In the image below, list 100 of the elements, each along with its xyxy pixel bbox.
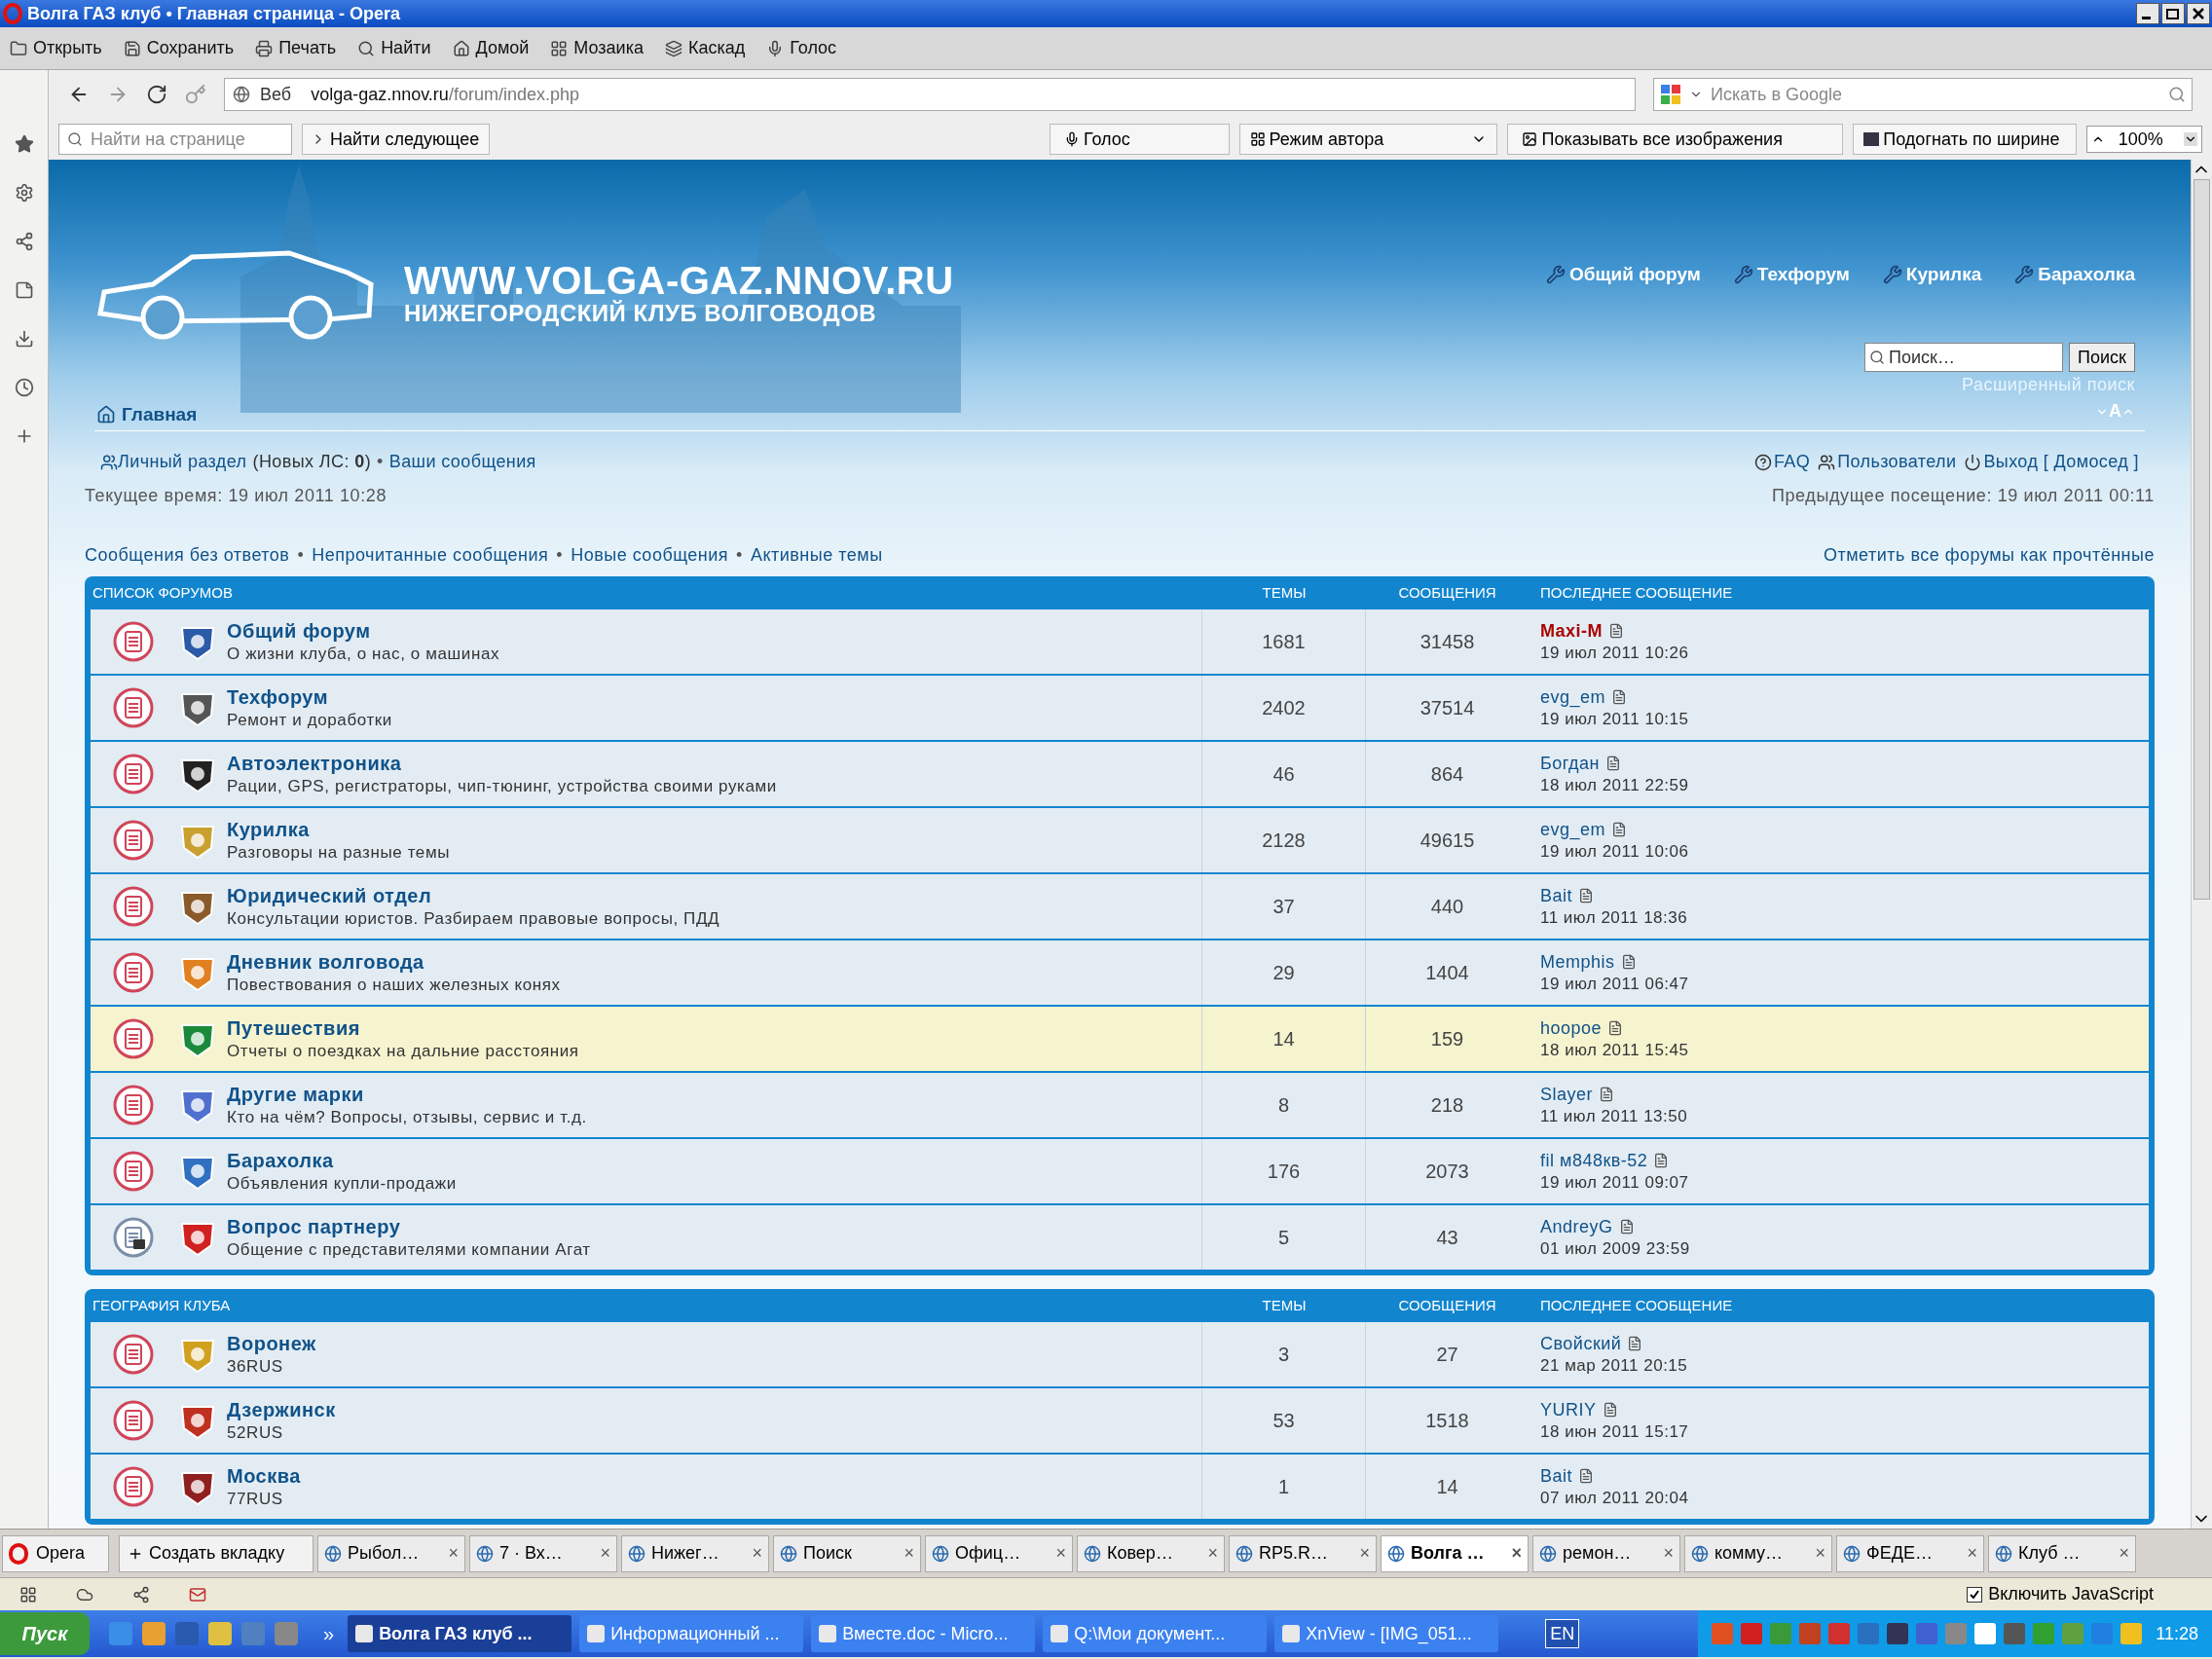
author-link[interactable]: Maxi-M	[1540, 620, 1603, 643]
close-tab-button[interactable]: ×	[752, 1540, 762, 1567]
view-post-icon[interactable]	[1602, 1402, 1618, 1419]
menu-button[interactable]: Каскад	[664, 35, 746, 61]
close-tab-button[interactable]: ×	[1055, 1540, 1066, 1567]
author-link[interactable]: AndreyG	[1540, 1216, 1613, 1238]
view-post-icon[interactable]	[1611, 822, 1628, 838]
browser-tab[interactable]: Офиц… ×	[925, 1534, 1073, 1572]
browser-tab[interactable]: ремон… ×	[1532, 1534, 1680, 1572]
header-link[interactable]: Пользователи	[1818, 449, 1957, 475]
settings-icon[interactable]	[14, 183, 34, 203]
view-post-icon[interactable]	[1611, 689, 1628, 706]
close-tab-button[interactable]: ×	[1967, 1540, 1977, 1567]
browser-tab[interactable]: Рыбол… ×	[317, 1534, 465, 1572]
header-link[interactable]: Выход [ Домосед ]	[1964, 449, 2139, 475]
author-link[interactable]: Богдан	[1540, 753, 1601, 775]
taskbar-window-button[interactable]: Q:\Мои документ...	[1043, 1615, 1268, 1652]
share-icon[interactable]	[14, 232, 34, 251]
author-link[interactable]: Slayer	[1540, 1084, 1594, 1106]
fit-width-button[interactable]: Подогнать по ширине	[1853, 124, 2077, 155]
close-tab-button[interactable]: ×	[1511, 1540, 1522, 1567]
note-icon[interactable]	[14, 280, 34, 300]
mark-read-link[interactable]: Отметить все форумы как прочтённые	[1823, 542, 2155, 569]
zoom-field[interactable]: 100%	[2085, 126, 2202, 153]
browser-tab[interactable]: Нижег… ×	[621, 1534, 769, 1572]
header-link[interactable]: FAQ	[1753, 449, 1811, 475]
language-indicator[interactable]: EN	[1545, 1619, 1580, 1648]
quick-link[interactable]: Новые сообщения	[571, 542, 729, 569]
forum-title-link[interactable]: Курилка	[227, 817, 451, 842]
view-post-icon[interactable]	[1578, 888, 1595, 904]
author-link[interactable]: Bait	[1540, 1465, 1573, 1488]
author-mode-dropdown[interactable]: Режим автора	[1238, 124, 1498, 155]
scroll-thumb[interactable]	[2194, 179, 2210, 900]
site-search-button[interactable]: Поиск	[2069, 343, 2135, 372]
mail-icon[interactable]	[189, 1585, 206, 1604]
browser-tab[interactable]: Поиск ×	[773, 1534, 921, 1572]
panel-icon[interactable]	[19, 1585, 37, 1604]
browser-tab[interactable]: RP5.R… ×	[1229, 1534, 1377, 1572]
address-field[interactable]: Веб volga-gaz.nnov.ru/forum/index.php	[224, 78, 1636, 111]
tray-icon[interactable]	[2004, 1623, 2026, 1644]
browser-tab[interactable]: ФЕДЕ… ×	[1836, 1534, 1984, 1572]
site-search-field[interactable]: Поиск…	[1864, 343, 2064, 372]
view-post-icon[interactable]	[1620, 954, 1637, 971]
share-icon[interactable]	[132, 1585, 150, 1604]
view-post-icon[interactable]	[1627, 1336, 1643, 1352]
menu-button[interactable]: Домой	[452, 35, 530, 61]
javascript-checkbox[interactable]	[1967, 1586, 1983, 1603]
view-post-icon[interactable]	[1599, 1087, 1615, 1103]
download-icon[interactable]	[14, 329, 34, 349]
menu-button[interactable]: Печать	[255, 35, 337, 61]
quick-link[interactable]: Сообщения без ответов	[85, 542, 290, 569]
forum-title-link[interactable]: Воронеж	[227, 1331, 316, 1356]
menu-button[interactable]: Голос	[766, 35, 837, 61]
forum-title-link[interactable]: Автоэлектроника	[227, 751, 777, 776]
scrollbar[interactable]	[2191, 160, 2212, 1529]
author-link[interactable]: Memphis	[1540, 951, 1615, 974]
search-icon[interactable]	[2168, 86, 2186, 103]
view-post-icon[interactable]	[1578, 1468, 1595, 1485]
author-link[interactable]: Bait	[1540, 885, 1573, 907]
view-post-icon[interactable]	[1653, 1153, 1670, 1169]
menu-button[interactable]: Мозаика	[550, 35, 644, 61]
close-tab-button[interactable]: ×	[1207, 1540, 1218, 1567]
forum-title-link[interactable]: Москва	[227, 1463, 301, 1489]
close-tab-button[interactable]: ×	[2119, 1540, 2129, 1567]
author-link[interactable]: Свойский	[1540, 1333, 1622, 1355]
opera-menu-button[interactable]: Opera	[2, 1534, 109, 1572]
author-link[interactable]: evg_em	[1540, 686, 1606, 709]
view-post-icon[interactable]	[1605, 756, 1622, 772]
find-field[interactable]: Найти на странице	[58, 124, 293, 155]
browser-tab[interactable]: комму… ×	[1684, 1534, 1832, 1572]
forum-title-link[interactable]: Техфорум	[227, 684, 392, 710]
browser-tab[interactable]: Волга … ×	[1381, 1534, 1529, 1572]
minimize-icon[interactable]	[2136, 3, 2159, 24]
menu-button[interactable]: Найти	[357, 35, 431, 61]
forum-title-link[interactable]: Путешествия	[227, 1015, 579, 1041]
clock-icon[interactable]	[14, 378, 34, 397]
forum-title-link[interactable]: Барахолка	[227, 1148, 457, 1173]
author-link[interactable]: hoopoe	[1540, 1017, 1603, 1040]
taskbar-window-button[interactable]: Вместе.doc - Micro...	[811, 1615, 1036, 1652]
close-tab-button[interactable]: ×	[600, 1540, 610, 1567]
web-search-field[interactable]: Искать в Google	[1653, 78, 2193, 111]
star-icon[interactable]	[14, 134, 34, 154]
browser-tab[interactable]: Ковер… ×	[1077, 1534, 1225, 1572]
view-post-icon[interactable]	[1608, 623, 1624, 640]
forum-title-link[interactable]: Другие марки	[227, 1082, 587, 1107]
my-posts-link[interactable]: Ваши сообщения	[388, 449, 536, 475]
forum-title-link[interactable]: Дзержинск	[227, 1397, 336, 1422]
quick-link[interactable]: Активные темы	[750, 542, 883, 569]
breadcrumb-link[interactable]: Главная	[122, 401, 198, 429]
close-icon[interactable]	[2187, 3, 2210, 24]
taskbar-window-button[interactable]: Волга ГАЗ клуб ...	[348, 1615, 572, 1652]
show-images-button[interactable]: Показывать все изображения	[1507, 124, 1844, 155]
close-tab-button[interactable]: ×	[448, 1540, 459, 1567]
browser-tab[interactable]: 7 · Вх… ×	[469, 1534, 617, 1572]
taskbar-window-button[interactable]: Информационный ...	[579, 1615, 804, 1652]
tray-icon[interactable]	[1974, 1623, 1997, 1644]
menu-button[interactable]: Открыть	[10, 35, 102, 61]
author-link[interactable]: evg_em	[1540, 819, 1606, 841]
browser-tab[interactable]: Клуб … ×	[1988, 1534, 2136, 1572]
view-post-icon[interactable]	[1607, 1020, 1624, 1037]
